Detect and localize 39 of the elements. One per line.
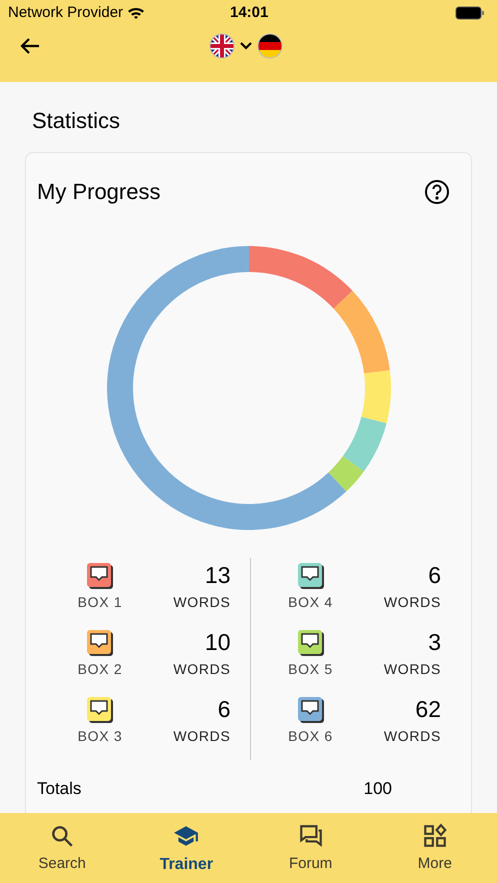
tab-item[interactable]: Trainer [124, 813, 248, 883]
battery-icon [455, 6, 485, 20]
words-label: WORDS [173, 727, 230, 746]
totals-label: Totals [37, 778, 82, 800]
word-count: 13 [204, 561, 230, 590]
wifi-icon [127, 6, 146, 20]
word-count: 6 [428, 561, 441, 590]
word-count: 3 [428, 628, 441, 657]
box-label: BOX 1 [78, 593, 122, 612]
grid-icon [422, 823, 448, 849]
page-title: Statistics [32, 107, 122, 135]
box-label: BOX 4 [288, 593, 333, 612]
box-label: BOX 3 [78, 727, 122, 746]
box-label: BOX 5 [288, 660, 333, 679]
word-count: 6 [218, 695, 230, 724]
words-label: WORDS [384, 593, 441, 612]
words-label: WORDS [384, 727, 441, 746]
help-button[interactable] [424, 178, 450, 204]
help-icon [424, 178, 450, 204]
chat-bubbles-icon [298, 823, 324, 849]
tab-item[interactable]: Forum [248, 813, 373, 883]
words-label: WORDS [384, 660, 441, 679]
card-title: My Progress [37, 178, 160, 206]
tab-item[interactable]: Search [0, 813, 124, 883]
language-selector[interactable] [209, 33, 283, 59]
carrier-name: Network Provider [8, 2, 124, 23]
box-label: BOX 2 [78, 660, 122, 679]
words-label: WORDS [173, 660, 230, 679]
clock-time: 14:01 [230, 2, 268, 23]
chevron-down-icon [239, 41, 253, 51]
word-count: 10 [204, 628, 230, 657]
search-icon [49, 823, 76, 849]
tab-item[interactable]: More [372, 813, 497, 883]
uk-flag-icon [209, 33, 235, 59]
totals-value: 100 [364, 778, 392, 800]
words-label: WORDS [173, 593, 230, 612]
box-label: BOX 6 [288, 727, 333, 746]
word-count: 62 [415, 695, 441, 724]
german-flag-icon [257, 33, 283, 59]
